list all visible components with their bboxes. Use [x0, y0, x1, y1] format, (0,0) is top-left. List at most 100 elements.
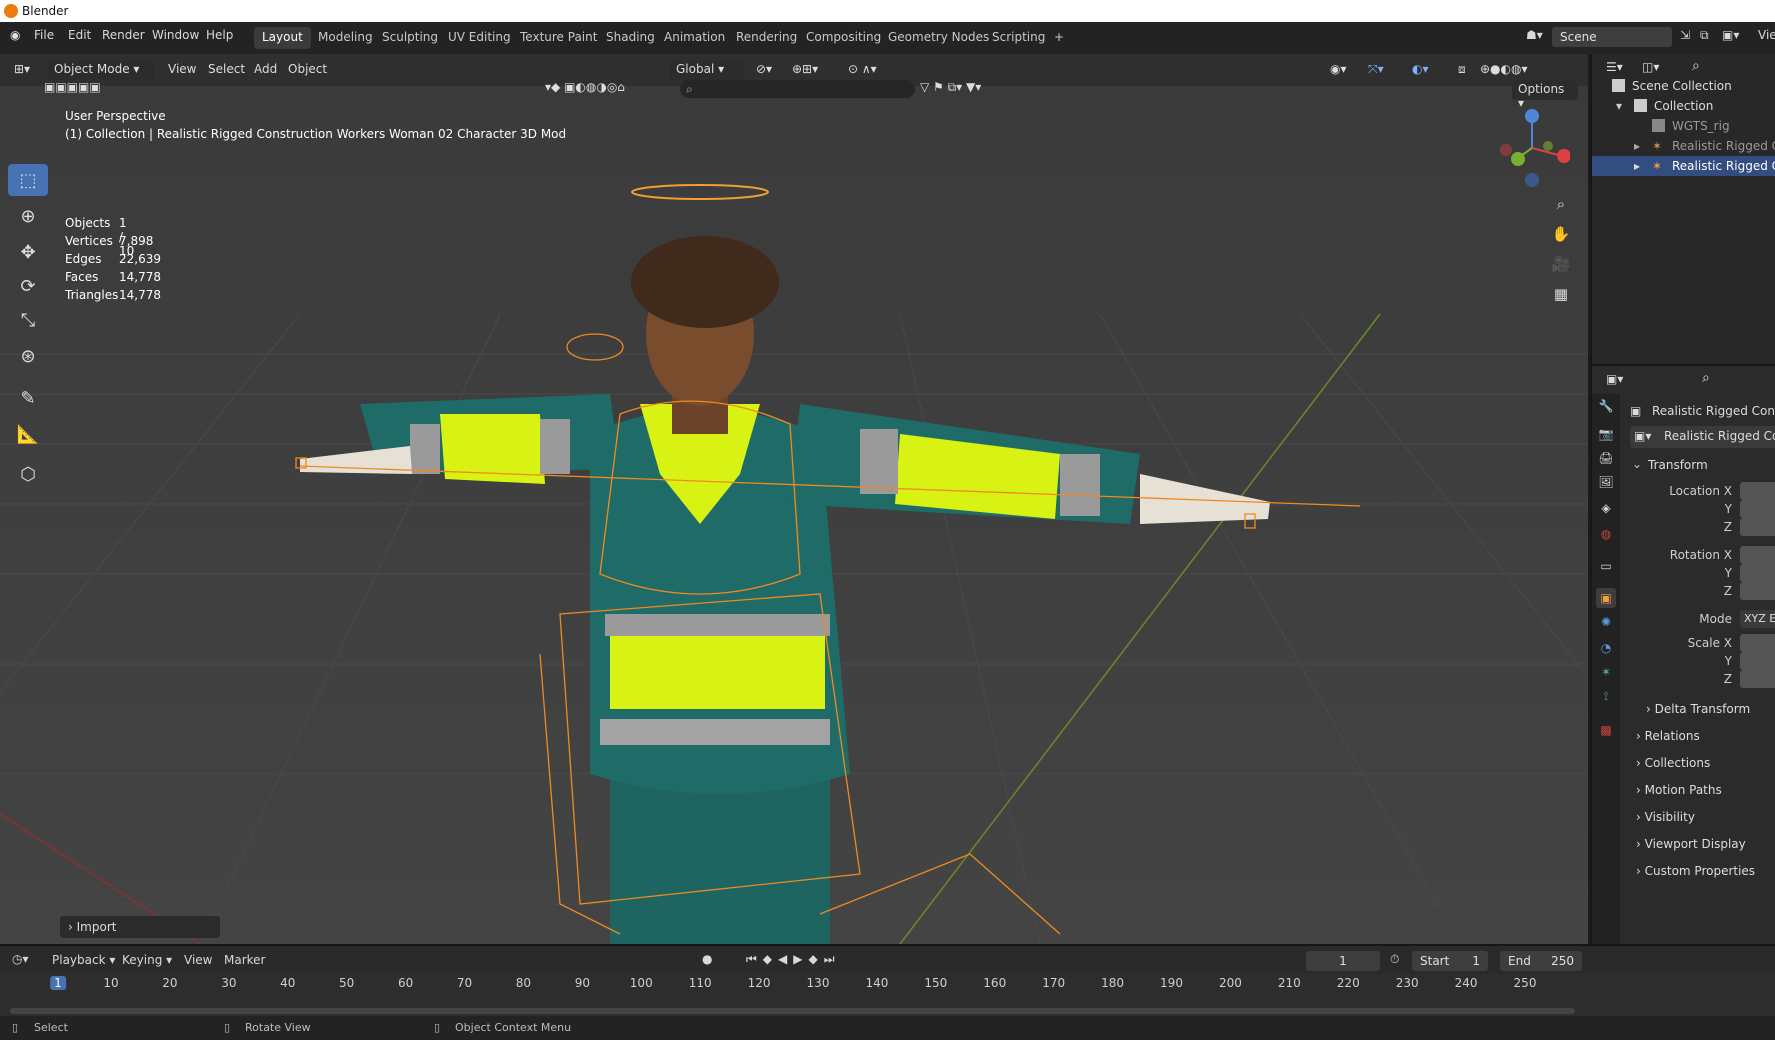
visibility-section[interactable]: › Visibility [1636, 810, 1695, 824]
menu-marker[interactable]: Marker [224, 953, 265, 967]
annotate-tool-icon[interactable]: ✎ [8, 382, 48, 414]
rotate-tool-icon[interactable]: ⟳ [8, 270, 48, 302]
menu-object[interactable]: Object [288, 62, 327, 76]
rotation-x-field[interactable] [1740, 546, 1775, 564]
end-frame-field[interactable]: End 250 [1500, 951, 1582, 971]
pan-hand-icon[interactable]: ✋ [1547, 220, 1575, 248]
menu-timeline-view[interactable]: View [184, 953, 212, 967]
proportional-edit-icon[interactable]: ⊙ ∧▾ [848, 62, 877, 76]
shading-modes-icon[interactable]: ⊕●◐◍▾ [1480, 62, 1528, 76]
location-z-field[interactable] [1740, 518, 1775, 536]
editor-type-icon[interactable]: ⊞▾ [14, 62, 30, 76]
current-frame-field[interactable]: 1 [1306, 951, 1380, 971]
scene-icon[interactable]: ☗▾ [1526, 28, 1543, 42]
outliner-filter-icon[interactable]: ◫▾ [1642, 60, 1659, 74]
menu-add[interactable]: Add [254, 62, 277, 76]
menu-window[interactable]: Window [152, 28, 199, 42]
zoom-icon[interactable]: ⌕ [1547, 190, 1575, 218]
select-mode-icons[interactable]: ▣▣▣▣▣ [44, 80, 101, 94]
camera-view-icon[interactable]: 🎥 [1547, 250, 1575, 278]
world-tab-icon[interactable]: ◍ [1596, 524, 1616, 544]
scale-tool-icon[interactable]: ⤡ [8, 304, 48, 336]
viewport-display-section[interactable]: › Viewport Display [1636, 837, 1746, 851]
view-layer-toggles[interactable]: ▾◆ ▣◐◍◑◎⌂ [545, 80, 625, 94]
gizmo-icon[interactable]: ⤧▾ [1368, 62, 1384, 77]
properties-search-icon[interactable]: ⌕ [1702, 370, 1710, 386]
cursor-tool-icon[interactable]: ⊕ [8, 200, 48, 232]
collection-tab-icon[interactable]: ▭ [1596, 556, 1616, 576]
output-tab-icon[interactable]: 🖨 [1596, 448, 1616, 468]
object-name-field[interactable]: ▣▾ Realistic Rigged Con... [1630, 426, 1775, 448]
current-frame-marker[interactable]: 1 [50, 976, 66, 990]
tab-compositing[interactable]: Compositing [798, 27, 889, 49]
scale-y-field[interactable] [1740, 652, 1775, 670]
menu-edit[interactable]: Edit [68, 28, 91, 42]
outliner-item-wgts-rig[interactable]: WGTS_rig [1592, 116, 1775, 136]
location-x-field[interactable] [1740, 482, 1775, 500]
3d-viewport[interactable]: ⊞▾ Object Mode ▾ View Select Add Object … [0, 54, 1588, 944]
xray-icon[interactable]: ⧈ [1458, 62, 1466, 77]
transform-tool-icon[interactable]: ⊛ [8, 340, 48, 372]
tool-tab-icon[interactable]: 🔧 [1596, 396, 1616, 416]
menu-file[interactable]: File [34, 28, 54, 42]
timeline-editor-icon[interactable]: ◷▾ [12, 952, 29, 966]
orientation-selector[interactable]: Global ▾ [670, 60, 744, 80]
select-box-tool-icon[interactable]: ⬚ [8, 164, 48, 196]
tab-rendering[interactable]: Rendering [728, 27, 805, 49]
menu-render[interactable]: Render [102, 28, 145, 42]
outliner-item-scene-collection[interactable]: Scene Collection [1592, 76, 1775, 96]
menu-help[interactable]: Help [206, 28, 233, 42]
data-tab-icon[interactable]: ⟟ [1596, 686, 1616, 706]
pin-icon[interactable]: ⇲ [1680, 28, 1690, 42]
scene-selector[interactable]: Scene [1552, 27, 1672, 47]
tab-scripting[interactable]: Scripting [984, 27, 1053, 49]
view-layer-name[interactable]: Vie [1758, 28, 1775, 42]
visibility-icon[interactable]: ◉▾ [1330, 62, 1347, 76]
scale-z-field[interactable] [1740, 670, 1775, 688]
rotation-z-field[interactable] [1740, 582, 1775, 600]
modifier-tab-icon[interactable]: ✺ [1596, 612, 1616, 632]
outliner-display-icon[interactable]: ☰▾ [1606, 60, 1623, 74]
location-y-field[interactable] [1740, 500, 1775, 518]
constraint-tab-icon[interactable]: ✶ [1596, 662, 1616, 682]
pivot-icon[interactable]: ⊘▾ [756, 62, 772, 76]
tab-texture-paint[interactable]: Texture Paint [512, 27, 605, 49]
object-tab-icon[interactable]: ▣ [1596, 588, 1616, 608]
physics-tab-icon[interactable]: ◔ [1596, 638, 1616, 658]
options-button[interactable]: Options ▾ [1512, 80, 1578, 110]
transform-section-header[interactable]: ⌄ Transform [1628, 454, 1775, 476]
outliner-item-collection[interactable]: ▾ Collection [1592, 96, 1775, 116]
navigation-gizmo[interactable] [1490, 104, 1570, 194]
delta-transform-section[interactable]: › Delta Transform [1646, 702, 1750, 716]
view-layer-tab-icon[interactable]: 🖼 [1596, 472, 1616, 492]
tab-uv-editing[interactable]: UV Editing [440, 27, 519, 49]
custom-properties-section[interactable]: › Custom Properties [1636, 864, 1755, 878]
menu-select[interactable]: Select [208, 62, 245, 76]
scene-tab-icon[interactable]: ◈ [1596, 498, 1616, 518]
blender-menu-icon[interactable]: ◉ [10, 28, 20, 42]
timeline-ruler[interactable]: 1 10 20 30 40 50 60 70 80 90 100 110 120 130 140 150 160… [0, 974, 1775, 1016]
tab-geometry-nodes[interactable]: Geometry Nodes [880, 27, 997, 49]
tab-sculpting[interactable]: Sculpting [374, 27, 446, 49]
outliner-item-mesh[interactable]: ▸ ✶ Realistic Rigged Con [1592, 156, 1775, 176]
menu-keying[interactable]: Keying ▾ [122, 953, 172, 967]
move-tool-icon[interactable]: ✥ [8, 236, 48, 268]
menu-playback[interactable]: Playback ▾ [52, 953, 115, 967]
viewport-search-input[interactable]: ⌕ [680, 80, 915, 98]
tab-modeling[interactable]: Modeling [310, 27, 381, 49]
menu-view[interactable]: View [168, 62, 196, 76]
snap-icon[interactable]: ⊕⊞▾ [792, 62, 818, 76]
render-tab-icon[interactable]: 📷 [1596, 424, 1616, 444]
start-frame-field[interactable]: Start 1 [1412, 951, 1488, 971]
mode-selector[interactable]: Object Mode ▾ [48, 60, 154, 80]
last-operator-panel[interactable]: › Import [60, 916, 220, 938]
add-cube-tool-icon[interactable]: ⬡ [8, 458, 48, 490]
scale-x-field[interactable] [1740, 634, 1775, 652]
ortho-grid-icon[interactable]: ▦ [1547, 280, 1575, 308]
relations-section[interactable]: › Relations [1636, 729, 1700, 743]
tab-animation[interactable]: Animation [656, 27, 733, 49]
timeline-scrollbar[interactable] [10, 1008, 1575, 1014]
overlay-icon[interactable]: ◐▾ [1412, 62, 1429, 76]
filter-icons[interactable]: ▽ ⚑ ⧉▾ ▼▾ [920, 80, 981, 95]
texture-tab-icon[interactable]: ▩ [1596, 720, 1616, 740]
